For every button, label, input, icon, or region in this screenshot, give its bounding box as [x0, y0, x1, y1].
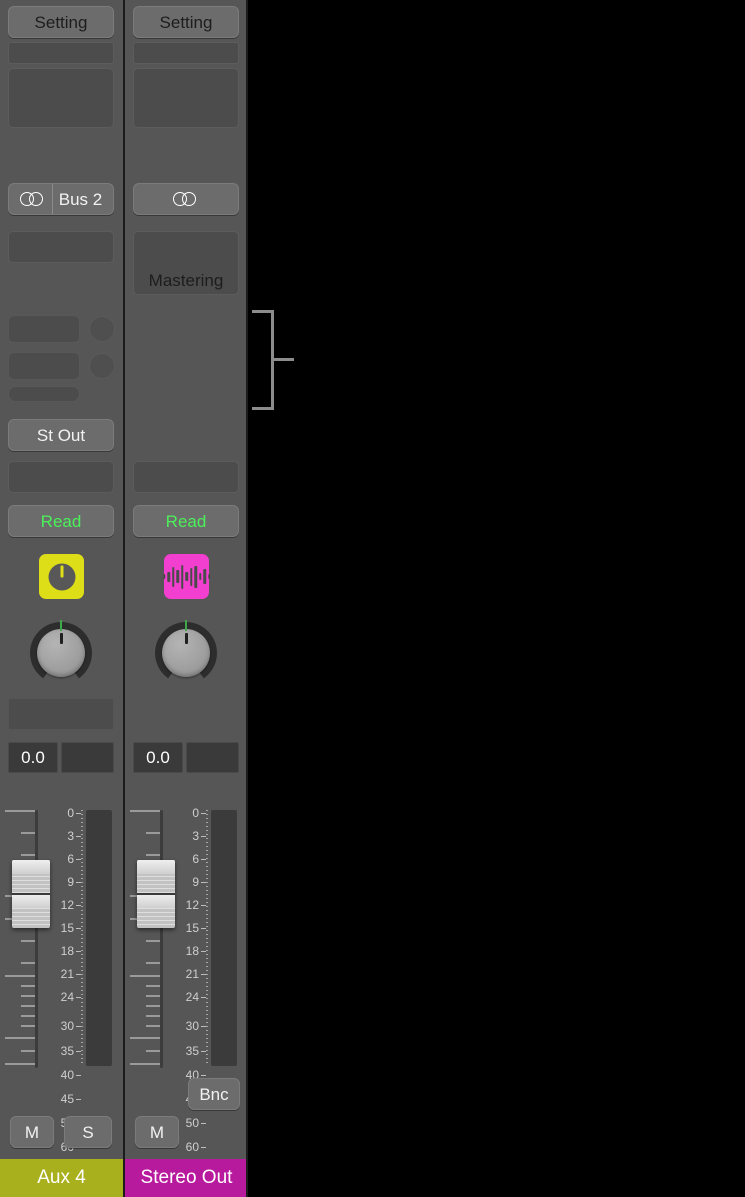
pan-knob[interactable] — [30, 620, 92, 684]
meter-scale-label: 12 — [185, 898, 199, 912]
meter-scale: 03691215182124303540455060 — [52, 805, 82, 1153]
fader-handle[interactable] — [12, 860, 50, 928]
volume-value-field[interactable]: 0.0 — [133, 742, 183, 773]
group-slot[interactable] — [8, 461, 114, 493]
meter-scale-label: 3 — [67, 829, 74, 843]
meter-scale-label: 30 — [60, 1019, 74, 1033]
pan-knob-pointer — [184, 633, 188, 644]
bus-label: Bus 2 — [58, 189, 103, 209]
knob-glyph — [48, 563, 75, 590]
fader-tick-marks — [125, 805, 160, 1070]
mixer-right-edge — [246, 0, 248, 1197]
send-slot-1[interactable] — [8, 315, 80, 343]
meter-scale-label: 6 — [67, 852, 74, 866]
group-slot[interactable] — [133, 461, 239, 493]
fader-tick-marks — [0, 805, 35, 1070]
knob-plugin-icon[interactable] — [39, 554, 84, 599]
meter-scale-label: 18 — [60, 944, 74, 958]
pan-knob-center-tick — [185, 620, 187, 631]
waveform-glyph — [162, 564, 211, 589]
level-meter — [86, 810, 112, 1066]
insert-slot-1[interactable] — [133, 68, 239, 128]
meter-scale-label: 0 — [67, 806, 74, 820]
meter-scale-tick — [201, 1123, 206, 1124]
eq-slot[interactable] — [8, 42, 114, 64]
meter-scale-label: 9 — [192, 875, 199, 889]
send-knob-1[interactable] — [89, 316, 115, 342]
meter-scale-label: 3 — [192, 829, 199, 843]
meter-scale-label: 40 — [60, 1068, 74, 1082]
meter-scale-label: 45 — [60, 1092, 74, 1106]
meter-scale-label: 35 — [60, 1044, 74, 1058]
stereo-circles-icon — [19, 191, 46, 207]
annotation-bracket-stem — [272, 358, 294, 361]
meter-dotted-line — [81, 810, 83, 1066]
send-slot-top[interactable] — [8, 231, 114, 263]
pan-knob-center-tick — [60, 620, 62, 631]
fader-handle[interactable] — [137, 860, 175, 928]
mute-button[interactable]: M — [135, 1116, 179, 1148]
meter-scale-label: 35 — [185, 1044, 199, 1058]
automation-mode-button[interactable]: Read — [8, 505, 114, 537]
automation-mode-button[interactable]: Read — [133, 505, 239, 537]
meter-scale-tick — [76, 1075, 81, 1076]
channel-strip-aux-4[interactable]: Setting Bus 2 St Out Read 0.0 0 3 6 9 12… — [0, 0, 123, 1197]
meter-scale-label: 0 — [192, 806, 199, 820]
setting-button[interactable]: Setting — [8, 6, 114, 38]
peak-value-field[interactable] — [61, 742, 114, 773]
meter-scale-label: 9 — [67, 875, 74, 889]
insert-slot-mastering[interactable]: Mastering — [133, 231, 239, 295]
stereo-circles-icon — [173, 191, 199, 207]
eq-slot[interactable] — [133, 42, 239, 64]
bounce-button[interactable]: Bnc — [188, 1078, 240, 1110]
button-divider — [51, 184, 53, 214]
channel-name-plate[interactable]: Aux 4 — [0, 1159, 123, 1197]
pan-value-slot[interactable] — [8, 698, 114, 730]
solo-button[interactable]: S — [64, 1116, 112, 1148]
pan-knob-pointer — [59, 633, 63, 644]
mute-button[interactable]: M — [10, 1116, 54, 1148]
meter-dotted-line — [206, 810, 208, 1066]
output-assignment-button[interactable] — [133, 183, 239, 215]
meter-scale: 03691215182124303540455060 — [177, 805, 207, 1153]
level-meter — [211, 810, 237, 1066]
bus-assignment-button[interactable]: Bus 2 — [8, 183, 114, 215]
waveform-plugin-icon[interactable] — [162, 554, 211, 599]
meter-scale-label: 21 — [60, 967, 74, 981]
fader-track — [35, 810, 38, 1068]
meter-scale-tick — [76, 1099, 81, 1100]
meter-scale-tick — [201, 1147, 206, 1148]
send-knob-2[interactable] — [89, 353, 115, 379]
peak-value-field[interactable] — [186, 742, 239, 773]
insert-slot-label: Mastering — [148, 271, 224, 290]
meter-scale-label: 6 — [192, 852, 199, 866]
meter-scale-label: 15 — [185, 921, 199, 935]
meter-scale-label: 60 — [185, 1140, 199, 1154]
insert-slot-1[interactable] — [8, 68, 114, 128]
meter-scale-label: 21 — [185, 967, 199, 981]
meter-scale-tick — [201, 1075, 206, 1076]
fader-track — [160, 810, 163, 1068]
mixer-panel: Setting Bus 2 St Out Read 0.0 0 3 6 9 12… — [0, 0, 248, 1197]
meter-scale-label: 15 — [60, 921, 74, 935]
channel-name-plate[interactable]: Stereo Out — [125, 1159, 248, 1197]
meter-scale-label: 24 — [60, 990, 74, 1004]
meter-scale-label: 12 — [60, 898, 74, 912]
send-slot-2[interactable] — [8, 352, 80, 380]
channel-strip-stereo-out[interactable]: Setting Mastering Read 0.0 0 3 6 9 12 15… — [125, 0, 248, 1197]
setting-button[interactable]: Setting — [133, 6, 239, 38]
meter-scale-label: 18 — [185, 944, 199, 958]
meter-scale-label: 24 — [185, 990, 199, 1004]
send-slot-3[interactable] — [8, 386, 80, 402]
volume-value-field[interactable]: 0.0 — [8, 742, 58, 773]
pan-knob[interactable] — [155, 620, 217, 684]
annotation-bracket — [252, 310, 274, 410]
meter-scale-label: 30 — [185, 1019, 199, 1033]
meter-scale-label: 50 — [185, 1116, 199, 1130]
output-button[interactable]: St Out — [8, 419, 114, 451]
